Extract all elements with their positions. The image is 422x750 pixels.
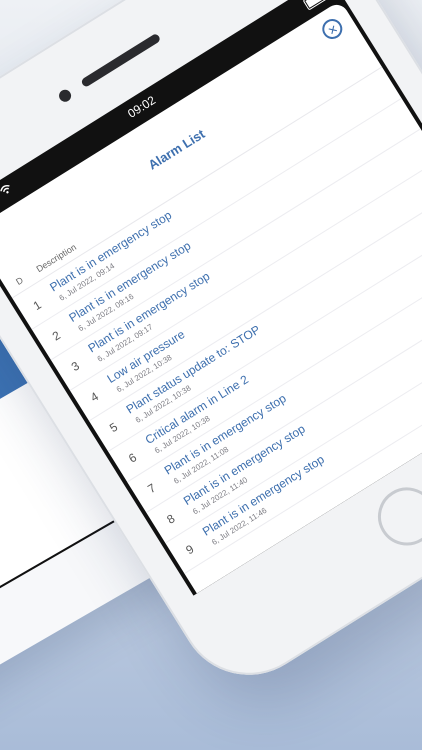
alarm-id: 7 (145, 480, 159, 497)
alarm-id: 8 (164, 511, 178, 527)
alarm-id: 9 (183, 541, 197, 558)
wifi-icon (0, 184, 10, 194)
home-button[interactable] (367, 476, 422, 557)
front-camera (56, 87, 74, 105)
marketing-scene: ider 09:02 × Alarm List D (0, 0, 422, 750)
battery-icon (302, 0, 328, 11)
alarm-id: 1 (30, 297, 44, 314)
close-icon: × (324, 20, 342, 40)
alarm-id: 6 (126, 450, 140, 466)
earpiece-speaker (80, 32, 162, 89)
alarm-id: 2 (49, 328, 63, 344)
alarm-id: 3 (68, 358, 82, 375)
alarm-id: 4 (87, 389, 102, 405)
column-header-id: D (14, 275, 25, 287)
alarm-id: 5 (107, 419, 121, 436)
